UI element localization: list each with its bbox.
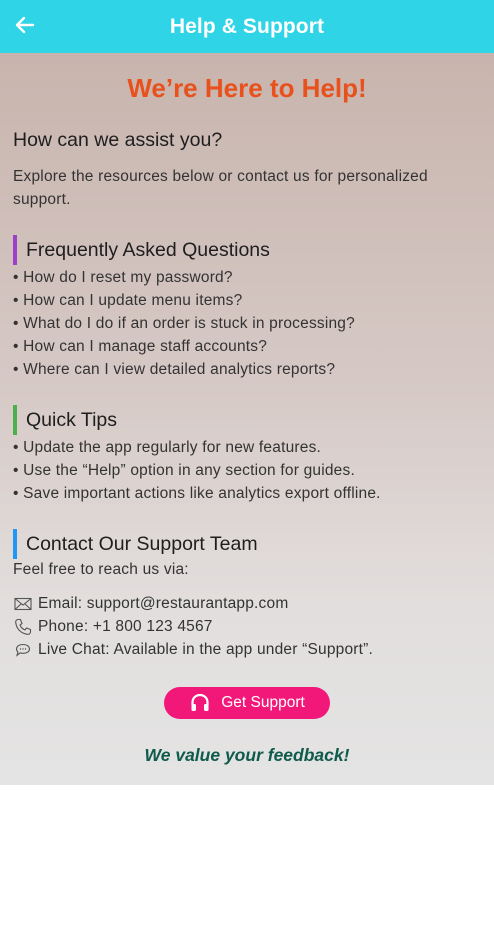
faq-item: • How can I manage staff accounts?	[13, 338, 268, 355]
page-title: Help & Support	[169, 14, 325, 38]
phone-icon	[13, 617, 33, 637]
assist-title: How can we assist you?	[13, 129, 223, 151]
faq-section-header: Frequently Asked Questions	[13, 235, 270, 265]
envelope-icon	[13, 594, 33, 614]
tip-item: • Save important actions like analytics …	[13, 485, 381, 502]
chat-bubble-icon	[13, 640, 33, 660]
faq-title: Frequently Asked Questions	[26, 238, 270, 261]
contact-accent-bar	[13, 529, 17, 559]
contact-phone-text: Phone: +1 800 123 4567	[38, 617, 213, 635]
contact-email-text: Email: support@restaurantapp.com	[38, 594, 289, 612]
tips-title: Quick Tips	[26, 408, 118, 431]
faq-item: • How can I update menu items?	[13, 292, 243, 309]
contact-chat-text: Live Chat: Available in the app under “S…	[38, 640, 374, 658]
back-button[interactable]	[10, 10, 40, 40]
headset-icon	[189, 692, 211, 714]
arrow-left-icon	[15, 16, 35, 34]
contact-intro: Feel free to reach us via:	[13, 561, 189, 578]
faq-item: • What do I do if an order is stuck in p…	[13, 315, 355, 332]
app-bar: Help & Support	[0, 0, 494, 53]
get-support-button[interactable]: Get Support	[164, 687, 330, 719]
tips-accent-bar	[13, 405, 17, 435]
tip-item: • Update the app regularly for new featu…	[13, 439, 322, 456]
help-content[interactable]: We’re Here to Help! How can we assist yo…	[0, 53, 494, 785]
faq-accent-bar	[13, 235, 17, 265]
faq-item: • How do I reset my password?	[13, 269, 233, 286]
contact-section-header: Contact Our Support Team	[13, 529, 258, 559]
faq-list: • How do I reset my password? • How can …	[13, 266, 355, 381]
assist-description: Explore the resources below or contact u…	[13, 168, 428, 208]
feedback-message: We value your feedback!	[144, 745, 350, 765]
faq-item: • Where can I view detailed analytics re…	[13, 361, 336, 378]
tips-list: • Update the app regularly for new featu…	[13, 436, 381, 505]
tip-item: • Use the “Help” option in any section f…	[13, 462, 355, 479]
tips-section-header: Quick Tips	[13, 405, 117, 435]
contact-chat[interactable]: Live Chat: Available in the app under “S…	[13, 638, 373, 661]
contact-email[interactable]: Email: support@restaurantapp.com	[13, 592, 373, 615]
headline: We’re Here to Help!	[127, 73, 367, 103]
contact-title: Contact Our Support Team	[26, 532, 258, 555]
get-support-label: Get Support	[221, 694, 305, 711]
contact-phone[interactable]: Phone: +1 800 123 4567	[13, 615, 373, 638]
contact-list: Email: support@restaurantapp.com Phone: …	[13, 592, 373, 661]
